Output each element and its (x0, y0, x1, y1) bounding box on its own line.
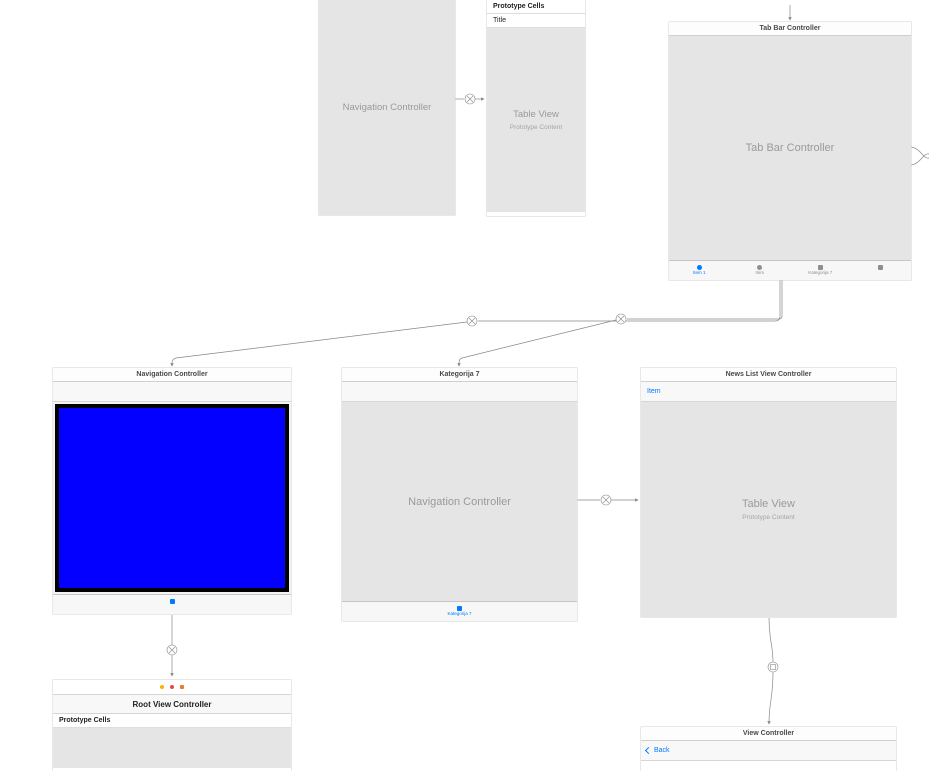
view-controller-title: View Controller (641, 727, 896, 741)
nav-controller-label: Navigation Controller (343, 102, 432, 113)
tab-bar: Item 1 Item Kategorija 7 (669, 260, 911, 280)
segue-top-nav-to-table (455, 94, 484, 104)
tab-item-item-1[interactable]: Item 1 (669, 265, 730, 276)
back-button[interactable]: Back (646, 747, 670, 754)
news-list-tv-label: Table View (742, 498, 795, 510)
table-view-sublabel: Prototype Content (510, 124, 562, 131)
blue-content-view (55, 404, 289, 592)
prototype-cells-header: Prototype Cells (487, 0, 585, 14)
news-list-title: News List View Controller (641, 368, 896, 382)
nav-controller-blue-title: Navigation Controller (53, 368, 291, 382)
table-view-label: Table View (513, 109, 559, 120)
nav-blue-tab-bar (53, 594, 291, 614)
chevron-left-icon (645, 747, 652, 754)
view-controller-navbar: Back (641, 741, 896, 761)
view-controller-scene[interactable]: View Controller Back (641, 727, 896, 771)
news-list-tv-sublabel: Prototype Content (742, 514, 794, 521)
tab-bar-controller-scene[interactable]: Tab Bar Controller Tab Bar Controller It… (669, 22, 911, 280)
segue-newslist-to-vc (768, 618, 778, 724)
tab-item-label: Item (755, 271, 764, 276)
kategorija-nav-scene[interactable]: Kategorija 7 Navigation Controller Kateg… (342, 368, 577, 621)
segue-kategorija-to-newslist (577, 495, 638, 505)
news-list-navbar-item[interactable]: Item (647, 388, 661, 395)
root-view-controller-scene[interactable]: Root View Controller Prototype Cells (53, 680, 291, 771)
news-list-scene[interactable]: News List View Controller Item Table Vie… (641, 368, 896, 617)
kategorija-tab-bar: Kategorija 7 (342, 601, 577, 621)
tab-item-label: Item 1 (693, 271, 706, 276)
tab-item-label: Kategorija 7 (808, 271, 832, 276)
dock-traffic-red-icon (170, 685, 174, 689)
kategorija-body-label: Navigation Controller (408, 496, 511, 508)
root-vc-prototype-header: Prototype Cells (53, 714, 291, 728)
tab-bar-controller-title: Tab Bar Controller (669, 22, 911, 36)
root-vc-navbar-title: Root View Controller (53, 694, 291, 714)
tab-item-item[interactable]: Item (730, 265, 791, 276)
square-icon (878, 265, 883, 270)
tab-item-kategorija-7[interactable]: Kategorija 7 (790, 265, 851, 276)
tab-item-kategorija[interactable]: Kategorija 7 (342, 606, 577, 617)
segue-tabbar-to-nav-blue (172, 280, 780, 366)
dock-traffic-square-icon (180, 685, 184, 689)
root-vc-dock (53, 680, 291, 694)
top-navigation-controller-body[interactable]: Navigation Controller (319, 0, 455, 215)
segue-tabbar-to-kategorija (459, 280, 782, 366)
dock-traffic-yellow-icon (160, 685, 164, 689)
tab-item-unnamed[interactable] (851, 265, 912, 276)
kategorija-title: Kategorija 7 (342, 368, 577, 382)
tab-bar-controller-body-label: Tab Bar Controller (746, 142, 835, 154)
square-icon (170, 599, 175, 604)
segue-navblue-to-rootvc (167, 615, 177, 676)
prototype-cell-title[interactable]: Title (487, 14, 585, 28)
navigation-controller-blue-scene[interactable]: Navigation Controller (53, 368, 291, 614)
tab-item-selected[interactable] (53, 599, 291, 610)
top-table-view-scene[interactable]: Prototype Cells Title Table View Prototy… (487, 0, 585, 216)
